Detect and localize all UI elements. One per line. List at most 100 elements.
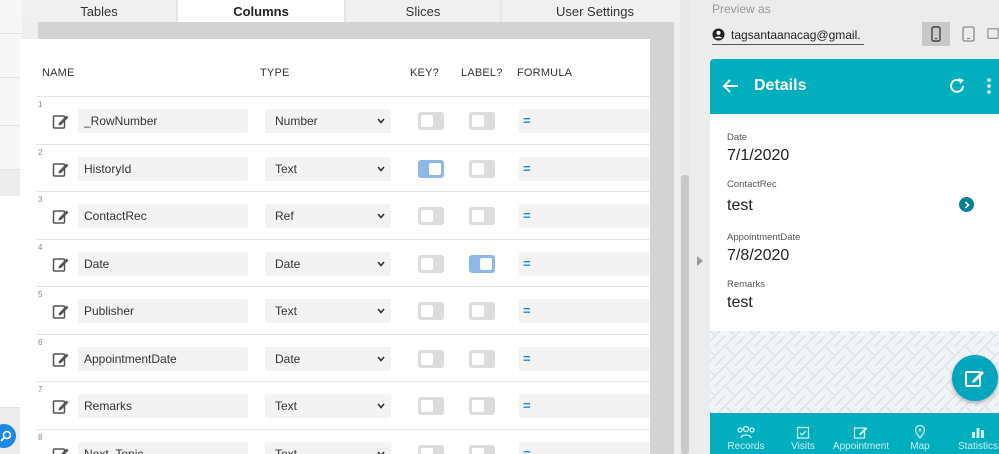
table-row: 1 _RowNumber Number = [36,96,650,144]
label-toggle[interactable] [469,349,495,368]
tab-tables[interactable]: Tables [22,0,178,22]
search-zoom-icon[interactable] [0,424,16,448]
column-type-select[interactable]: Text [265,156,391,181]
chevron-down-icon [377,450,385,454]
key-toggle[interactable] [418,397,444,415]
edit-icon[interactable] [52,397,70,415]
nav-item-visits[interactable]: Visits [773,425,833,452]
more-vertical-icon[interactable] [985,76,993,96]
column-name-field[interactable]: Date [78,251,248,276]
editor-scrollbar-thumb[interactable] [681,175,689,454]
nav-item-statistics[interactable]: Statistics [948,425,999,452]
edit-icon[interactable] [52,350,70,368]
toggle-knob [472,447,484,454]
key-toggle[interactable] [418,444,444,454]
chart-icon [948,425,999,439]
column-name-field[interactable]: _RowNumber [78,109,248,133]
table-row: 3 ContactRec Ref = [36,191,650,239]
ref-chevron-icon[interactable] [959,197,974,212]
formula-field[interactable]: = [519,346,650,371]
column-type-select[interactable]: Text [265,441,391,454]
tablet-view-button[interactable] [954,22,982,46]
tab-columns[interactable]: Columns [178,0,346,22]
refresh-icon[interactable] [947,76,967,96]
column-type-select[interactable]: Number [265,109,391,133]
table-row: 6 AppointmentDate Date = [36,333,650,382]
table-row: 7 Remarks Text = [36,381,650,429]
person-icon [712,28,725,41]
column-name-field[interactable]: HistoryId [78,156,248,181]
key-toggle[interactable] [418,112,444,130]
toggle-knob [421,115,433,127]
label-toggle[interactable] [469,444,495,454]
toggle-knob [421,447,433,454]
formula-field[interactable]: = [519,299,650,323]
column-type-select[interactable]: Ref [265,204,391,228]
detail-value-appointmentdate: 7/8/2020 [727,247,790,264]
column-header-name: NAME [42,67,75,79]
label-toggle[interactable] [469,159,495,178]
toggle-knob [472,210,484,222]
desktop-icon [987,28,999,39]
nav-item-map[interactable]: Map [890,425,950,452]
label-toggle[interactable] [469,207,495,225]
phone-view-button[interactable] [922,22,950,46]
column-type-value: Text [275,304,298,318]
column-type-select[interactable]: Date [265,251,391,276]
column-type-value: Date [275,256,301,271]
formula-field[interactable]: = [519,394,650,418]
phone-icon [931,26,941,42]
formula-field[interactable]: = [519,251,650,276]
detail-label-contactrec: ContactRec [727,179,777,190]
key-toggle[interactable] [418,349,444,368]
toggle-knob [472,352,484,365]
formula-field[interactable]: = [519,441,650,454]
nav-item-records[interactable]: Records [716,425,776,452]
toggle-knob [472,115,484,127]
edit-icon[interactable] [52,445,70,454]
label-toggle[interactable] [469,302,495,320]
edit-icon[interactable] [52,302,70,320]
key-toggle[interactable] [418,159,444,178]
formula-field[interactable]: = [519,204,650,228]
label-toggle[interactable] [469,112,495,130]
row-index: 7 [38,385,43,394]
chevron-down-icon [377,165,385,172]
column-name-field[interactable]: ContactRec [78,204,248,228]
collapse-arrow-icon[interactable] [697,256,703,266]
sidebar-panel [0,196,22,408]
column-type-select[interactable]: Text [265,299,391,323]
edit-icon[interactable] [52,255,70,273]
preview-user-select[interactable]: tagsantaanacag@gmail. [712,25,864,45]
detail-value-contactrec[interactable]: test [727,197,753,215]
column-name-field[interactable]: AppointmentDate [78,346,248,371]
detail-label-appointmentdate: AppointmentDate [727,232,801,243]
column-name-field[interactable]: Remarks [78,394,248,418]
column-type-select[interactable]: Date [265,346,391,371]
label-toggle[interactable] [469,397,495,415]
key-toggle[interactable] [418,302,444,320]
column-name-field[interactable]: Publisher [78,299,248,323]
column-name-field[interactable]: Next_Topic [78,441,248,454]
label-toggle[interactable] [469,254,495,273]
key-toggle[interactable] [418,254,444,273]
formula-equals-icon: = [523,445,531,454]
formula-field[interactable]: = [519,156,650,181]
toggle-knob [421,400,433,412]
tab-user-settings[interactable]: User Settings [502,0,690,22]
tab-slices[interactable]: Slices [346,0,502,22]
row-index: 1 [38,100,43,109]
edit-icon[interactable] [52,160,70,178]
formula-field[interactable]: = [519,109,650,133]
edit-fab-button[interactable] [952,355,998,401]
nav-item-appointment[interactable]: Appointment [831,425,891,452]
key-toggle[interactable] [418,207,444,225]
column-type-select[interactable]: Text [265,394,391,418]
edit-icon[interactable] [52,207,70,225]
back-arrow-icon[interactable] [722,77,740,95]
edit-icon[interactable] [52,112,70,130]
row-index: 4 [38,242,43,252]
column-header-type: TYPE [260,67,290,79]
table-row: 8 Next_Topic Text = [36,428,650,454]
desktop-view-button[interactable] [987,22,999,46]
